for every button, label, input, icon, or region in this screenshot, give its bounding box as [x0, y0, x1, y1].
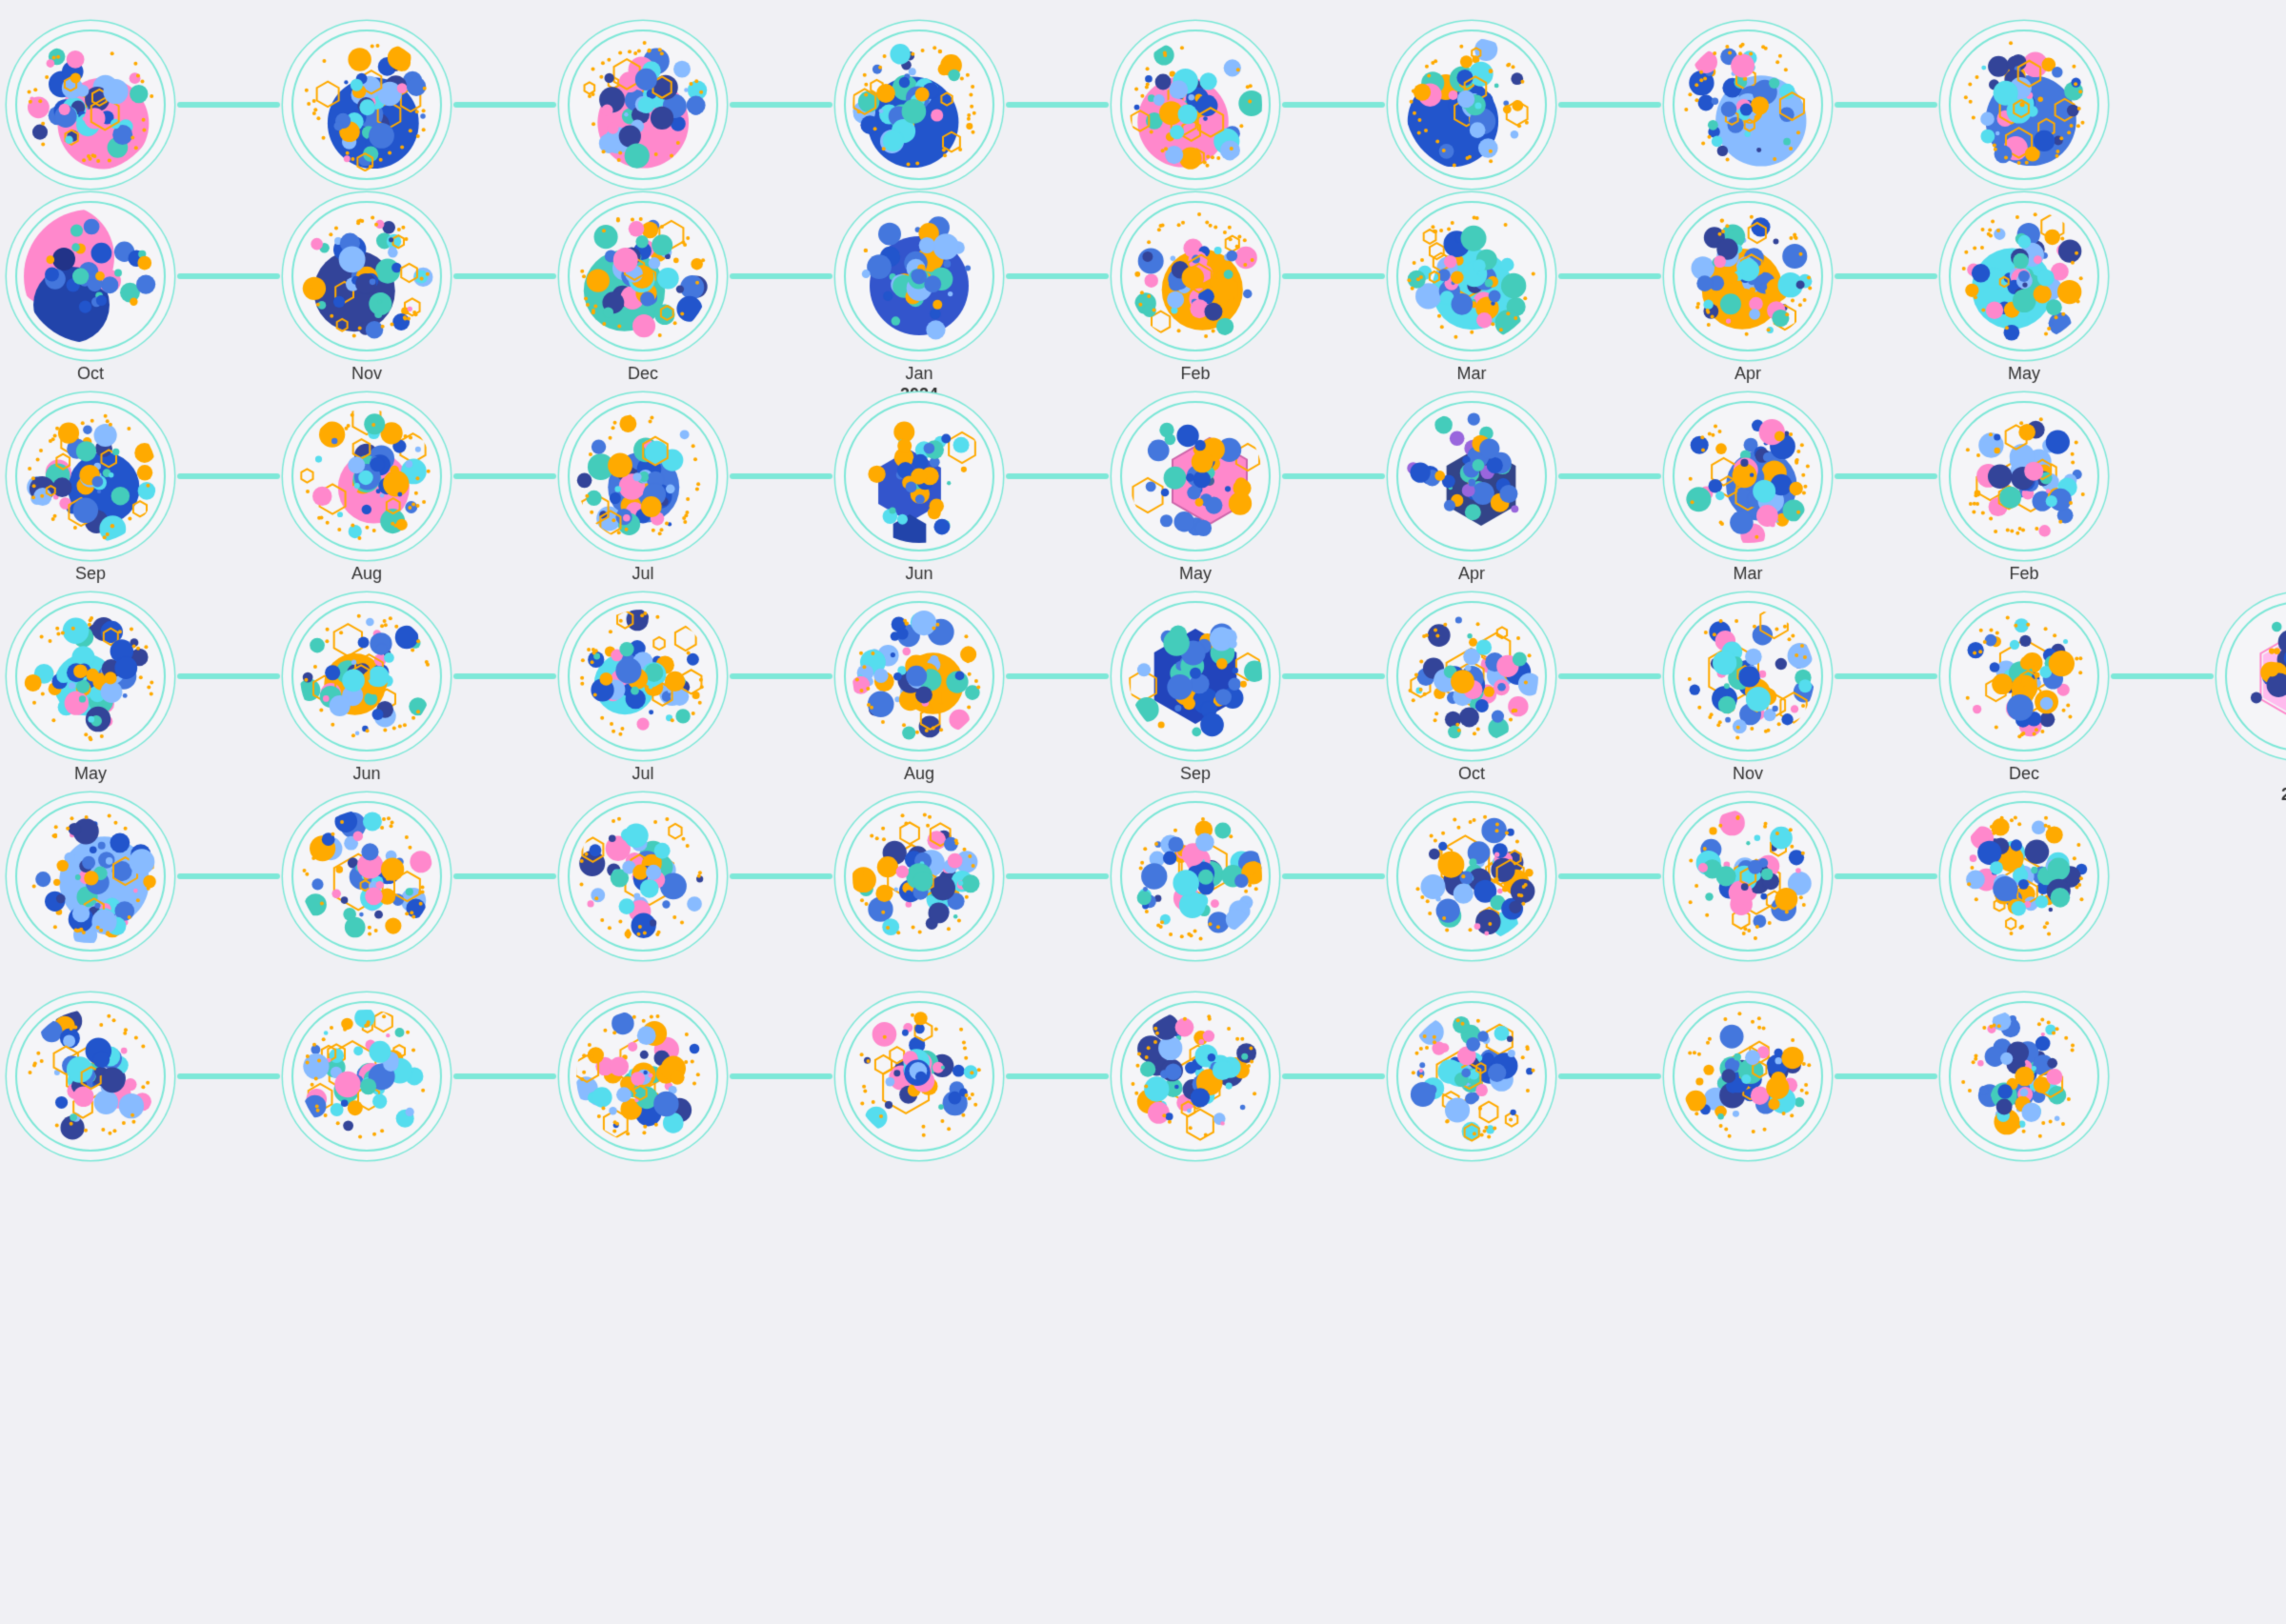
timeline — [0, 0, 2286, 1619]
